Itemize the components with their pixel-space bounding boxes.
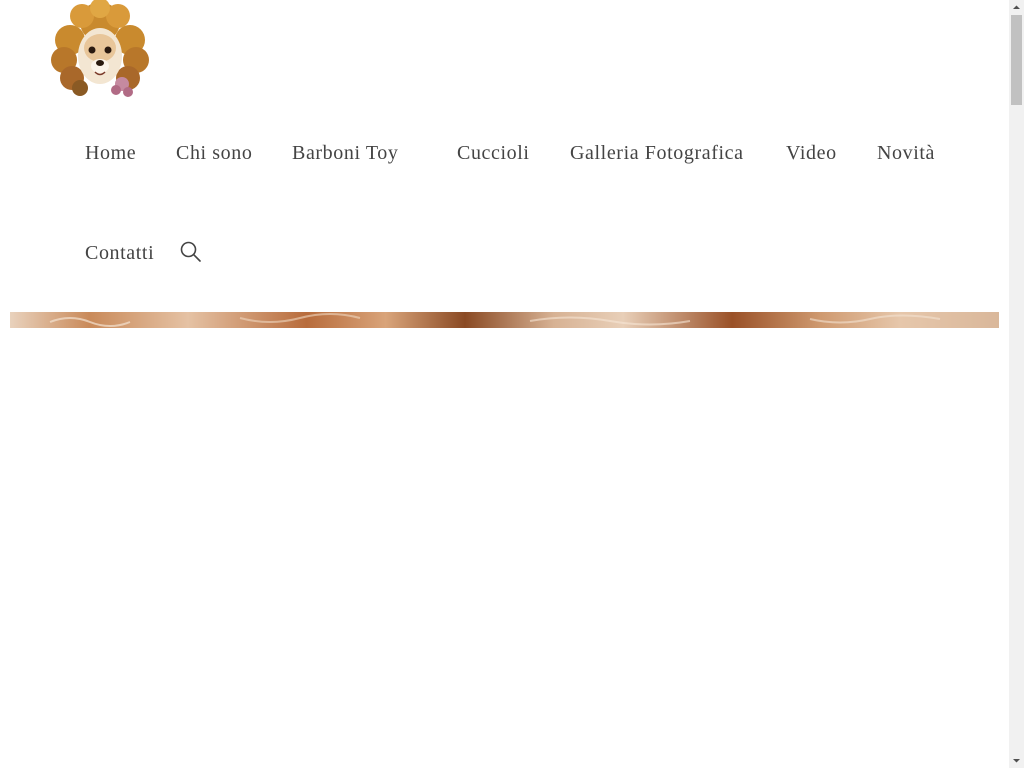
poodle-logo-icon[interactable] <box>50 0 150 102</box>
search-icon[interactable] <box>179 240 203 264</box>
nav-item-video[interactable]: Video <box>786 143 837 163</box>
nav-item-chi-sono[interactable]: Chi sono <box>176 143 252 163</box>
page: Home Chi sono Barboni Toy Cuccioli Galle… <box>0 0 1024 768</box>
nav-item-barboni-toy[interactable]: Barboni Toy <box>292 143 399 163</box>
nav-item-galleria-fotografica[interactable]: Galleria Fotografica <box>570 143 744 163</box>
hero-image <box>10 312 999 328</box>
nav-item-novita[interactable]: Novità <box>877 143 935 163</box>
scrollbar-thumb[interactable] <box>1011 15 1022 105</box>
nav-item-home[interactable]: Home <box>85 143 136 163</box>
scroll-down-arrow-icon[interactable] <box>1009 753 1024 768</box>
vertical-scrollbar[interactable] <box>1009 0 1024 768</box>
scroll-up-arrow-icon[interactable] <box>1009 0 1024 15</box>
nav-item-contatti[interactable]: Contatti <box>85 243 154 263</box>
nav-item-cuccioli[interactable]: Cuccioli <box>457 143 530 163</box>
